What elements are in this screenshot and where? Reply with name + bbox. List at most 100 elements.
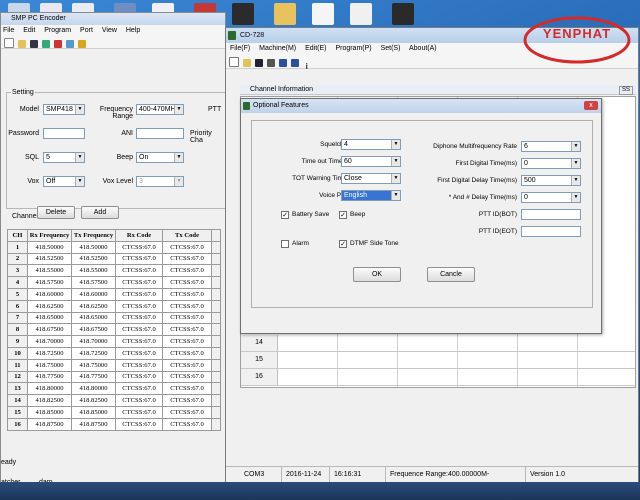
table-cell[interactable]: 418.72500	[71, 346, 116, 360]
table-cell[interactable]: CTCSS:67.0	[162, 323, 212, 337]
channel-number-cell[interactable]: 11	[7, 358, 28, 372]
table-cell[interactable]: CTCSS:67.0	[115, 335, 163, 348]
table-cell[interactable]: 418.57500	[27, 276, 72, 289]
table-cell[interactable]: CTCSS:67.0	[115, 287, 163, 301]
smp-menu-port[interactable]: Port	[80, 27, 93, 34]
freq-range-select[interactable]: 400-470MHz ▼	[136, 104, 184, 115]
help-icon[interactable]	[77, 40, 86, 48]
table-cell[interactable]: CTCSS:67.0	[115, 370, 163, 384]
channel-number-cell[interactable]: 12	[7, 370, 28, 384]
table-row[interactable]: 14 418.82500 418.82500 CTCSS:67.0 CTCSS:67.0	[7, 394, 221, 407]
diphone-rate-select[interactable]: 6 ▼	[521, 141, 581, 152]
table-cell[interactable]: CTCSS:67.0	[162, 394, 212, 407]
table-row[interactable]: 7 418.65000 418.65000 CTCSS:67.0 CTCSS:67.0	[7, 311, 221, 325]
column-header[interactable]: Tx Frequency	[71, 229, 116, 242]
table-row[interactable]: 12 418.77500 418.77500 CTCSS:67.0 CTCSS:67.0	[7, 370, 221, 384]
read-radio-icon[interactable]	[278, 59, 287, 67]
table-cell[interactable]: CTCSS:67.0	[162, 335, 212, 348]
table-cell[interactable]: 418.77500	[71, 370, 116, 384]
table-row[interactable]: 15 418.85000 418.85000 CTCSS:67.0 CTCSS:67.0	[7, 405, 221, 419]
channel-number-cell[interactable]: 3	[7, 264, 28, 278]
table-cell[interactable]: 418.82500	[71, 394, 116, 407]
channel-number-cell[interactable]: 8	[7, 323, 28, 337]
smp-menu-help[interactable]: Help	[126, 27, 140, 34]
menu-set[interactable]: Set(S)	[381, 45, 401, 52]
table-cell[interactable]: 418.75000	[27, 358, 72, 372]
add-button[interactable]: Add	[81, 206, 119, 219]
table-cell[interactable]: 418.62500	[71, 299, 116, 313]
grid-row[interactable]: 16	[241, 369, 635, 386]
ok-button[interactable]: OK	[353, 267, 401, 282]
first-digital-time-select[interactable]: 0 ▼	[521, 158, 581, 169]
column-header[interactable]: Rx Frequency	[27, 229, 72, 242]
vox-select[interactable]: Off ▼	[43, 176, 85, 187]
sql-select[interactable]: 5 ▼	[43, 152, 85, 163]
table-cell[interactable]: CTCSS:67.0	[162, 346, 212, 360]
grid-row[interactable]: 14	[241, 335, 635, 352]
ptt-id-bot-field[interactable]	[521, 209, 581, 220]
ani-field[interactable]	[136, 128, 184, 139]
vox-level-select[interactable]: 3 ▼	[136, 176, 184, 187]
table-cell[interactable]: 418.67500	[27, 323, 72, 337]
column-header[interactable]: CH	[7, 229, 28, 242]
table-cell[interactable]: CTCSS:67.0	[162, 358, 212, 372]
table-cell[interactable]: CTCSS:67.0	[115, 358, 163, 372]
write-radio-icon[interactable]	[53, 40, 62, 48]
password-field[interactable]	[43, 128, 85, 139]
smp-menu-view[interactable]: View	[102, 27, 117, 34]
table-cell[interactable]: 418.67500	[71, 323, 116, 337]
table-cell[interactable]: CTCSS:67.0	[115, 323, 163, 337]
channel-number-cell[interactable]: 14	[7, 394, 28, 407]
new-file-icon[interactable]	[229, 57, 239, 67]
channel-information-bar[interactable]: Channel Information SS	[240, 85, 636, 95]
table-cell[interactable]: CTCSS:67.0	[115, 264, 163, 278]
table-cell[interactable]: CTCSS:67.0	[162, 382, 212, 396]
table-cell[interactable]: 418.60000	[71, 287, 116, 301]
channel-number-cell[interactable]: 1	[7, 240, 28, 254]
table-cell[interactable]: 418.52500	[71, 252, 116, 266]
table-cell[interactable]: CTCSS:67.0	[162, 299, 212, 313]
table-cell[interactable]: 418.85000	[27, 405, 72, 419]
desktop-shortcut-icon[interactable]	[232, 3, 254, 25]
table-row[interactable]: 6 418.62500 418.62500 CTCSS:67.0 CTCSS:67.0	[7, 299, 221, 313]
smp-menu-program[interactable]: Program	[44, 27, 71, 34]
table-cell[interactable]: CTCSS:67.0	[162, 276, 212, 289]
channel-number-cell[interactable]: 4	[7, 276, 28, 289]
table-cell[interactable]: CTCSS:67.0	[162, 405, 212, 419]
channel-number-cell[interactable]: 10	[7, 346, 28, 360]
table-cell[interactable]: CTCSS:67.0	[115, 346, 163, 360]
column-header[interactable]: Rx Code	[115, 229, 163, 242]
table-cell[interactable]: 418.70000	[27, 335, 72, 348]
smp-menu-edit[interactable]: Edit	[23, 27, 35, 34]
table-cell[interactable]: 418.50000	[27, 240, 72, 254]
table-cell[interactable]: 418.62500	[27, 299, 72, 313]
table-cell[interactable]: 418.57500	[71, 276, 116, 289]
model-select[interactable]: SMP418 ▼	[43, 104, 85, 115]
table-cell[interactable]: CTCSS:67.0	[162, 370, 212, 384]
table-cell[interactable]: CTCSS:67.0	[115, 417, 163, 431]
table-row[interactable]: 9 418.70000 418.70000 CTCSS:67.0 CTCSS:67.0	[7, 335, 221, 348]
table-cell[interactable]: CTCSS:67.0	[162, 287, 212, 301]
channel-number-cell[interactable]: 9	[7, 335, 28, 348]
grid-row[interactable]: 15	[241, 352, 635, 369]
channel-number-cell[interactable]: 7	[7, 311, 28, 325]
table-cell[interactable]: CTCSS:67.0	[115, 299, 163, 313]
dtmf-side-tone-checkbox[interactable]: ✓	[339, 240, 347, 248]
table-row[interactable]: 5 418.60000 418.60000 CTCSS:67.0 CTCSS:67.0	[7, 287, 221, 301]
table-cell[interactable]: CTCSS:67.0	[115, 240, 163, 254]
table-cell[interactable]: 418.65000	[27, 311, 72, 325]
open-folder-icon[interactable]	[17, 40, 26, 48]
desktop-shortcut-icon[interactable]	[392, 3, 414, 25]
table-cell[interactable]: 418.60000	[27, 287, 72, 301]
menu-machine[interactable]: Machine(M)	[259, 45, 296, 52]
table-cell[interactable]: CTCSS:67.0	[115, 405, 163, 419]
table-cell[interactable]: CTCSS:67.0	[162, 311, 212, 325]
table-cell[interactable]: 418.55000	[71, 264, 116, 278]
battery-save-checkbox[interactable]: ✓	[281, 211, 289, 219]
channel-number-cell[interactable]: 5	[7, 287, 28, 301]
table-cell[interactable]: 418.50000	[71, 240, 116, 254]
column-header[interactable]: Tx Code	[162, 229, 212, 242]
first-digital-delay-select[interactable]: 500 ▼	[521, 175, 581, 186]
table-cell[interactable]: 418.87500	[71, 417, 116, 431]
table-cell[interactable]: CTCSS:67.0	[115, 382, 163, 396]
